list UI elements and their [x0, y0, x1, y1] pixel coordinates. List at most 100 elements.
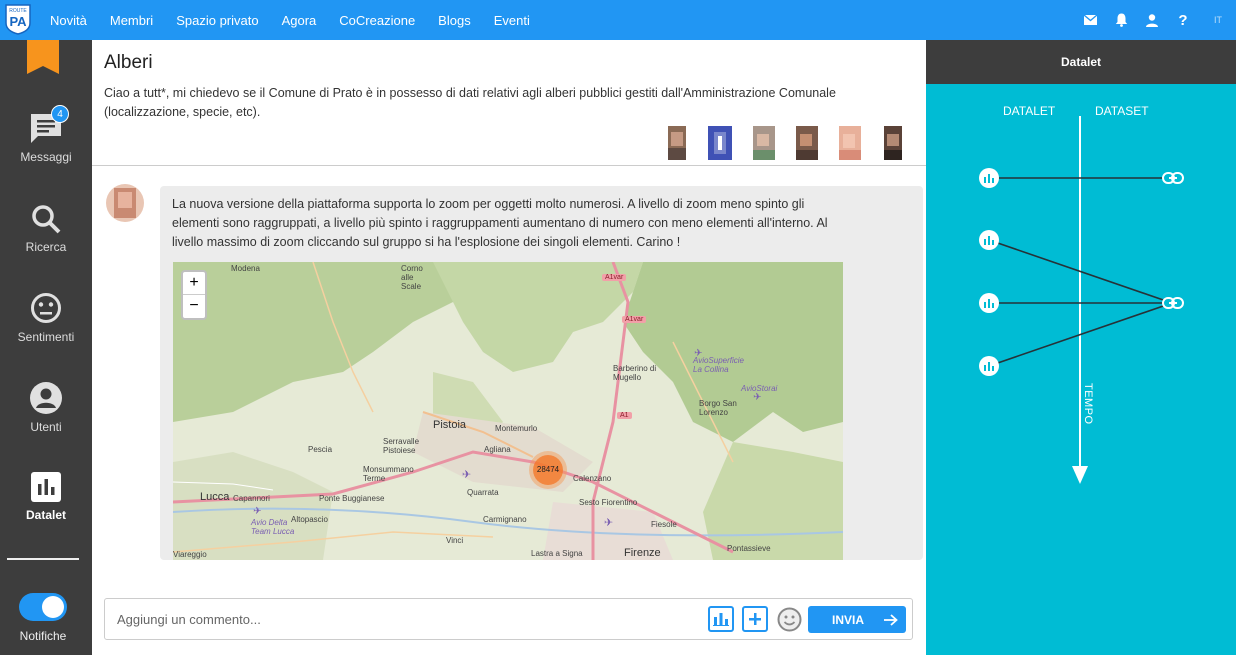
avatar[interactable]: [788, 126, 824, 160]
map-cluster-marker[interactable]: 28474: [533, 455, 563, 485]
map-label: Capannori: [233, 494, 270, 503]
map-label: A1: [617, 412, 632, 419]
map-label: Quarrata: [467, 488, 499, 497]
comment-bubble: La nuova versione della piattaforma supp…: [160, 186, 923, 560]
avatar[interactable]: [831, 126, 867, 160]
smiley-icon: [777, 607, 802, 632]
map-label: Viareggio: [173, 550, 207, 559]
map-label: A1var: [602, 274, 627, 281]
notifications-label: Notifiche: [19, 629, 67, 643]
map-label: Pescia: [308, 445, 333, 454]
post-title: Alberi: [104, 52, 153, 73]
map-label: Lucca: [200, 491, 230, 503]
sidebar-item-utenti[interactable]: Utenti: [0, 382, 92, 434]
top-icons: ? IT: [1082, 0, 1236, 40]
sidebar-item-label: Sentimenti: [17, 330, 75, 344]
map-label: Pistoia: [433, 419, 467, 431]
route-pa-logo[interactable]: ROUTE PA: [2, 3, 34, 35]
zoom-out-button[interactable]: −: [183, 295, 205, 318]
sidebar-divider: [7, 558, 79, 560]
nav-agora[interactable]: Agora: [282, 13, 317, 28]
map-label: Barberino di Mugello: [613, 364, 657, 382]
participants-avatars: [659, 126, 917, 160]
map-label: Sesto Fiorentino: [579, 498, 638, 507]
map-label: Borgo San Lorenzo: [699, 399, 737, 417]
dataset-link-node[interactable]: [1162, 296, 1184, 310]
sidebar-item-sentimenti[interactable]: Sentimenti: [0, 292, 92, 344]
map-widget[interactable]: Modena Corno alle Scale A1var A1var Barb…: [173, 262, 843, 560]
bar-chart-icon: [713, 613, 729, 626]
map-label: Montemurlo: [495, 424, 538, 433]
map-label: Firenze: [624, 547, 661, 559]
avatar[interactable]: [874, 126, 910, 160]
datalet-graph: [988, 116, 1173, 484]
map-zoom-control: + −: [181, 270, 207, 320]
comment-author-avatar[interactable]: [106, 184, 144, 222]
top-bar: ROUTE PA Novità Membri Spazio privato Ag…: [0, 0, 1236, 40]
datalet-node[interactable]: [979, 230, 999, 250]
nav-eventi[interactable]: Eventi: [494, 13, 530, 28]
zoom-in-button[interactable]: +: [183, 272, 205, 295]
airport-icon: ✈: [253, 506, 262, 517]
post-body: Ciao a tutt*, mi chiedevo se il Comune d…: [104, 86, 836, 119]
map-label: Calenzano: [573, 474, 612, 483]
sidebar-item-messaggi[interactable]: 4 Messaggi: [0, 105, 92, 164]
user-circle-icon: [30, 382, 62, 414]
main-content: Alberi Ciao a tutt*, mi chiedevo se il C…: [92, 40, 926, 655]
comment-input[interactable]: [117, 609, 677, 629]
comment-composer: INVIA: [104, 598, 913, 640]
send-label: INVIA: [832, 612, 865, 627]
user-icon[interactable]: [1144, 12, 1160, 28]
notifications-toggle[interactable]: [19, 593, 67, 621]
avatar[interactable]: [659, 126, 695, 160]
map-label: Carmignano: [483, 515, 527, 524]
logo-text: PA: [9, 14, 27, 29]
mail-icon[interactable]: [1082, 12, 1098, 28]
help-icon[interactable]: ?: [1175, 12, 1191, 29]
map-label: Monsummano Terme: [363, 465, 414, 483]
datalet-node[interactable]: [979, 356, 999, 376]
map-label: Agliana: [484, 445, 511, 454]
comment-text: La nuova versione della piattaforma supp…: [172, 197, 828, 249]
send-button[interactable]: INVIA: [808, 606, 906, 633]
avatar[interactable]: [745, 126, 781, 160]
arrow-right-icon: [884, 613, 898, 626]
map-label: Avio Delta Team Lucca: [251, 518, 295, 536]
add-datalet-button[interactable]: [708, 606, 734, 632]
map-label: Pontassieve: [727, 544, 771, 553]
add-attachment-button[interactable]: [742, 606, 768, 632]
sidebar-item-label: Messaggi: [20, 150, 72, 164]
datalet-panel: Datalet DATALET DATASET TEMPO: [926, 40, 1236, 655]
nav-membri[interactable]: Membri: [110, 13, 153, 28]
airport-icon: ✈: [753, 392, 762, 403]
map-label: Serravalle Pistoiese: [383, 437, 420, 455]
toggle-knob: [42, 596, 64, 618]
bar-chart-icon: [984, 236, 994, 245]
dataset-link-node[interactable]: [1162, 171, 1184, 185]
sidebar-item-label: Utenti: [30, 420, 62, 434]
link-icon: [1162, 297, 1184, 309]
nav-blogs[interactable]: Blogs: [438, 13, 471, 28]
nav-novita[interactable]: Novità: [50, 13, 87, 28]
bell-icon[interactable]: [1113, 12, 1129, 28]
datalet-panel-title: Datalet: [926, 40, 1236, 84]
time-axis-label: TEMPO: [1082, 383, 1094, 425]
datalet-node[interactable]: [979, 293, 999, 313]
nav-cocreazione[interactable]: CoCreazione: [339, 13, 415, 28]
bar-chart-icon: [984, 299, 994, 308]
map-label: Fiesole: [651, 520, 677, 529]
nav-spazio-privato[interactable]: Spazio privato: [176, 13, 258, 28]
map-label: Ponte Buggianese: [319, 494, 385, 503]
datalet-node[interactable]: [979, 168, 999, 188]
sidebar-item-label: Datalet: [25, 508, 66, 522]
map-label: A1var: [622, 316, 647, 323]
left-sidebar: 4 Messaggi Ricerca Sentimenti Utenti Dat…: [0, 40, 92, 655]
sidebar-item-datalet[interactable]: Datalet: [0, 472, 92, 522]
sidebar-item-ricerca[interactable]: Ricerca: [0, 204, 92, 254]
language-selector[interactable]: IT: [1214, 15, 1222, 25]
bookmark-icon[interactable]: [27, 40, 59, 74]
airport-icon: ✈: [694, 348, 703, 359]
emoji-button[interactable]: [777, 607, 802, 632]
map-label: Modena: [231, 264, 260, 273]
avatar[interactable]: [702, 126, 738, 160]
